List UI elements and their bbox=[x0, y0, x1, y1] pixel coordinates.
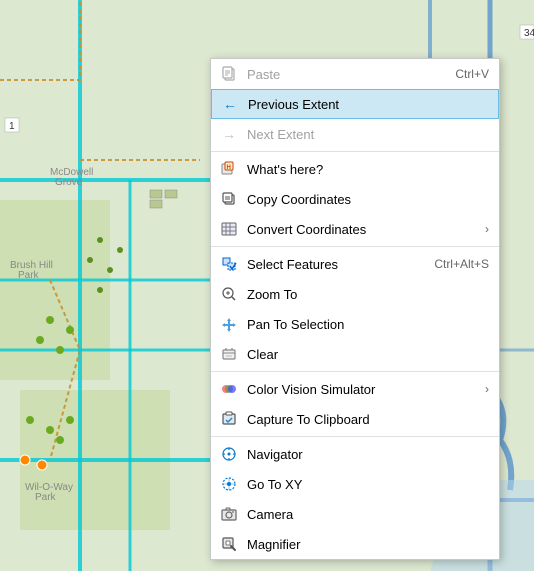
menu-item-go-to-xy[interactable]: Go To XY bbox=[211, 469, 499, 499]
camera-icon bbox=[219, 504, 239, 524]
svg-text:H: H bbox=[227, 165, 231, 171]
svg-text:1: 1 bbox=[9, 121, 15, 132]
menu-item-clear[interactable]: Clear bbox=[211, 339, 499, 369]
menu-item-pan-to-selection[interactable]: Pan To Selection bbox=[211, 309, 499, 339]
clear-icon bbox=[219, 344, 239, 364]
svg-text:34: 34 bbox=[524, 28, 534, 39]
menu-item-paste[interactable]: Paste Ctrl+V bbox=[211, 59, 499, 89]
menu-item-navigator[interactable]: Navigator bbox=[211, 439, 499, 469]
previous-extent-label: Previous Extent bbox=[248, 97, 488, 112]
paste-icon bbox=[219, 64, 239, 84]
menu-item-convert-coordinates[interactable]: Convert Coordinates › bbox=[211, 214, 499, 244]
menu-item-select-features[interactable]: Select Features Ctrl+Alt+S bbox=[211, 249, 499, 279]
color-vision-label: Color Vision Simulator bbox=[247, 382, 481, 397]
next-extent-icon: → bbox=[219, 124, 239, 144]
color-vision-arrow: › bbox=[485, 382, 489, 396]
separator-4 bbox=[211, 436, 499, 437]
pan-to-selection-icon bbox=[219, 314, 239, 334]
convert-coordinates-icon bbox=[219, 219, 239, 239]
menu-item-whats-here[interactable]: H What's here? bbox=[211, 154, 499, 184]
menu-item-color-vision[interactable]: Color Vision Simulator › bbox=[211, 374, 499, 404]
copy-coordinates-label: Copy Coordinates bbox=[247, 192, 489, 207]
separator-2 bbox=[211, 246, 499, 247]
zoom-to-label: Zoom To bbox=[247, 287, 489, 302]
magnifier-icon bbox=[219, 534, 239, 554]
clear-label: Clear bbox=[247, 347, 489, 362]
svg-text:Park: Park bbox=[35, 492, 57, 503]
menu-item-capture-clipboard[interactable]: Capture To Clipboard bbox=[211, 404, 499, 434]
menu-item-magnifier[interactable]: Magnifier bbox=[211, 529, 499, 559]
whats-here-icon: H bbox=[219, 159, 239, 179]
paste-label: Paste bbox=[247, 67, 445, 82]
navigator-icon bbox=[219, 444, 239, 464]
pan-to-selection-label: Pan To Selection bbox=[247, 317, 489, 332]
separator-1 bbox=[211, 151, 499, 152]
select-features-shortcut: Ctrl+Alt+S bbox=[434, 257, 489, 271]
svg-text:Grove: Grove bbox=[55, 177, 83, 188]
camera-label: Camera bbox=[247, 507, 489, 522]
copy-coordinates-icon bbox=[219, 189, 239, 209]
menu-item-previous-extent[interactable]: ← Previous Extent bbox=[211, 89, 499, 119]
navigator-label: Navigator bbox=[247, 447, 489, 462]
go-to-xy-icon bbox=[219, 474, 239, 494]
separator-3 bbox=[211, 371, 499, 372]
menu-item-next-extent[interactable]: → Next Extent bbox=[211, 119, 499, 149]
convert-coordinates-arrow: › bbox=[485, 222, 489, 236]
whats-here-label: What's here? bbox=[247, 162, 489, 177]
menu-item-camera[interactable]: Camera bbox=[211, 499, 499, 529]
paste-shortcut: Ctrl+V bbox=[455, 67, 489, 81]
magnifier-label: Magnifier bbox=[247, 537, 489, 552]
go-to-xy-label: Go To XY bbox=[247, 477, 489, 492]
next-extent-label: Next Extent bbox=[247, 127, 489, 142]
convert-coordinates-label: Convert Coordinates bbox=[247, 222, 481, 237]
select-features-icon bbox=[219, 254, 239, 274]
color-vision-icon bbox=[219, 379, 239, 399]
capture-clipboard-label: Capture To Clipboard bbox=[247, 412, 489, 427]
zoom-to-icon bbox=[219, 284, 239, 304]
menu-item-zoom-to[interactable]: Zoom To bbox=[211, 279, 499, 309]
capture-clipboard-icon bbox=[219, 409, 239, 429]
previous-extent-icon: ← bbox=[220, 94, 240, 114]
context-menu: Paste Ctrl+V ← Previous Extent → Next Ex… bbox=[210, 58, 500, 560]
select-features-label: Select Features bbox=[247, 257, 424, 272]
svg-text:Park: Park bbox=[18, 270, 40, 281]
menu-item-copy-coordinates[interactable]: Copy Coordinates bbox=[211, 184, 499, 214]
